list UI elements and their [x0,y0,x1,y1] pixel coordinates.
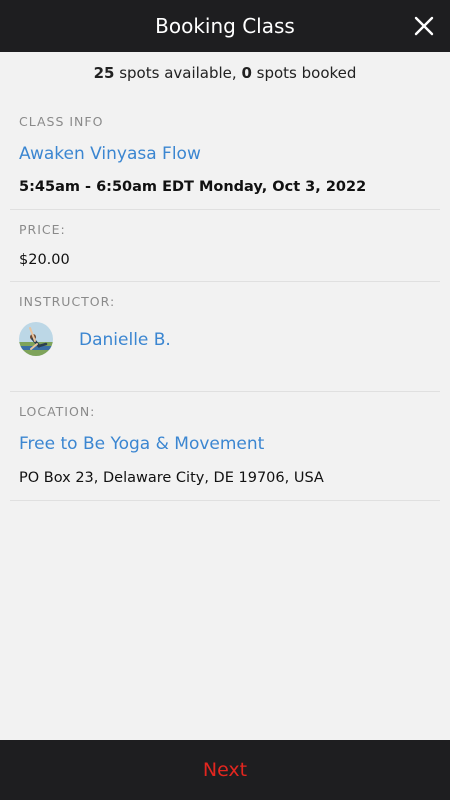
instructor-name-link[interactable]: Danielle B. [79,330,171,350]
spots-available-text: spots available, [114,64,242,82]
spots-booked-text: spots booked [251,64,357,82]
close-icon[interactable] [414,16,434,36]
page-title: Booking Class [155,14,295,38]
next-button[interactable]: Next [203,759,247,781]
divider [10,391,440,392]
location-label: LOCATION: [19,404,96,419]
spots-summary: 25 spots available, 0 spots booked [0,64,450,82]
header-bar: Booking Class [0,0,450,52]
instructor-label: INSTRUCTOR: [19,294,116,309]
price-value: $20.00 [19,252,70,268]
spots-available-count: 25 [93,64,115,82]
class-info-label: CLASS INFO [19,114,104,129]
divider [10,209,440,210]
instructor-avatar[interactable] [19,322,53,356]
divider [10,500,440,501]
footer-bar: Next [0,740,450,800]
divider [10,281,440,282]
avatar-image-icon [19,322,53,356]
class-name-link[interactable]: Awaken Vinyasa Flow [19,144,440,164]
spots-booked-count: 0 [241,64,252,82]
class-datetime: 5:45am - 6:50am EDT Monday, Oct 3, 2022 [19,179,367,195]
location-address: PO Box 23, Delaware City, DE 19706, USA [19,470,324,486]
location-name-link[interactable]: Free to Be Yoga & Movement [19,434,440,454]
price-label: PRICE: [19,222,66,237]
close-button[interactable] [410,12,438,40]
